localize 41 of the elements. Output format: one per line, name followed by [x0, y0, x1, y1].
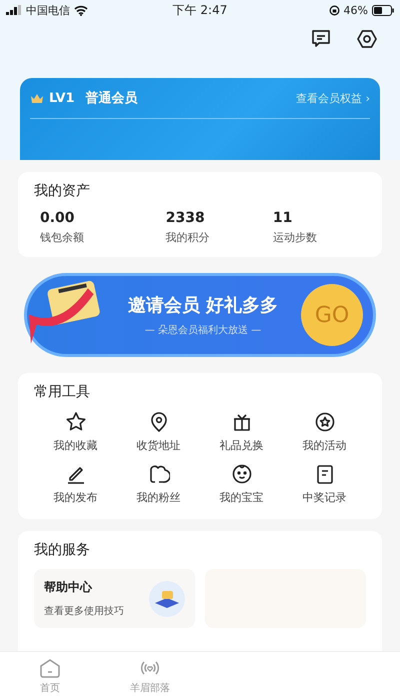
tool-item[interactable]: 我的宝宝	[200, 463, 283, 505]
asset-value: 2338	[166, 210, 206, 226]
section-title: 常用工具	[34, 383, 91, 401]
star-circle-icon	[314, 411, 336, 433]
section-title: 我的服务	[34, 541, 91, 559]
cloud-icon	[148, 463, 170, 485]
message-icon[interactable]	[310, 28, 332, 50]
tool-item[interactable]: 中奖记录	[283, 463, 366, 505]
wifi-icon	[74, 4, 88, 16]
member-tier-label: 普通会员	[86, 90, 138, 107]
asset-label: 我的积分	[166, 230, 211, 245]
tool-item[interactable]: 礼品兑换	[200, 411, 283, 453]
crown-icon	[30, 92, 44, 104]
asset-value: 11	[272, 210, 294, 226]
baby-face-icon	[230, 463, 252, 485]
rotation-lock-icon	[328, 4, 340, 16]
tool-item[interactable]: 我的收藏	[34, 411, 117, 453]
asset-value: 0.00	[40, 210, 76, 226]
home-icon	[39, 658, 61, 678]
asset-label: 运动步数	[272, 230, 318, 245]
signal-icon	[6, 5, 22, 15]
tool-item[interactable]: 我的活动	[283, 411, 366, 453]
service-title: 帮助中心	[44, 579, 94, 596]
service-subtitle: 查看更多使用技巧	[44, 604, 124, 618]
invite-banner[interactable]: 邀请会员 好礼多多 — 朵恩会员福利大放送 — GO	[24, 273, 376, 357]
clock-text: 下午 2:47	[172, 2, 228, 18]
star-icon	[64, 411, 86, 433]
banner-title: 邀请会员 好礼多多	[128, 294, 278, 317]
member-level: LV1	[49, 90, 75, 106]
battery-icon	[372, 4, 394, 16]
service-card[interactable]: 帮助中心 查看更多使用技巧	[34, 569, 195, 628]
tool-item[interactable]: 我的粉丝	[117, 463, 200, 505]
battery-percent: 46%	[344, 4, 368, 16]
carrier-text: 中国电信	[26, 2, 70, 18]
help-desk-icon	[149, 580, 185, 616]
settings-icon[interactable]	[356, 28, 378, 50]
banner-subtitle: — 朵恩会员福利大放送 —	[144, 324, 262, 337]
asset-label: 钱包余额	[40, 230, 85, 245]
tool-item[interactable]: 我的发布	[34, 463, 117, 505]
section-title: 我的资产	[34, 182, 91, 200]
tool-item[interactable]: 收货地址	[117, 411, 200, 453]
